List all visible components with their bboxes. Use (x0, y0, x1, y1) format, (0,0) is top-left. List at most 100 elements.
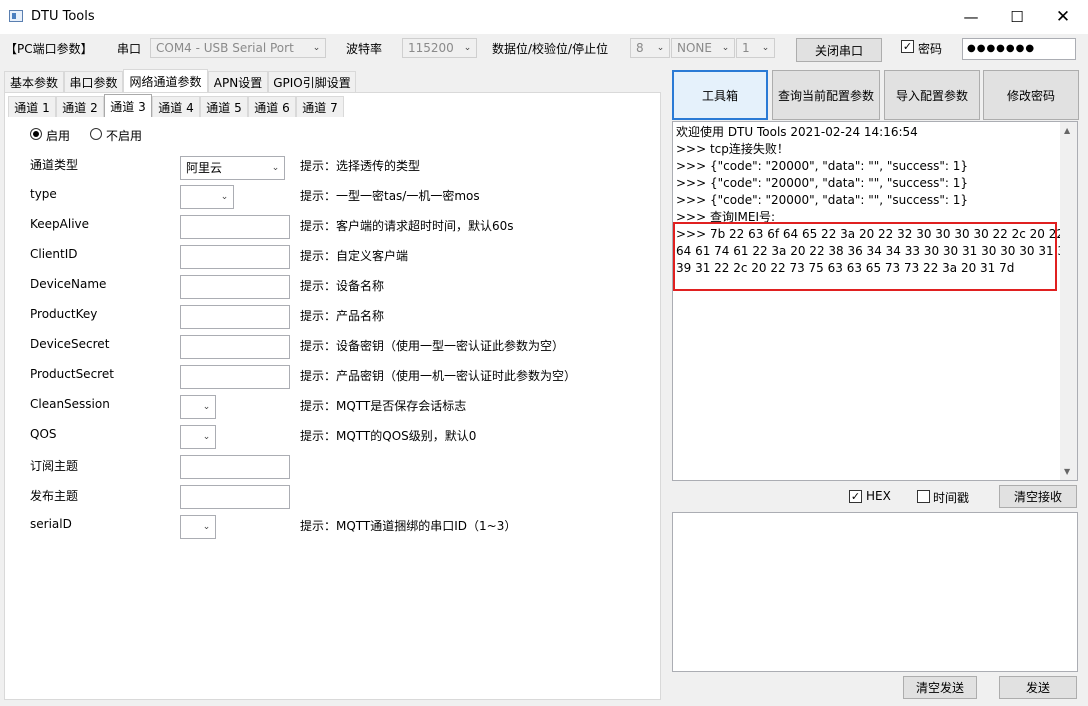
type-select[interactable]: ⌄ (180, 185, 234, 209)
clientid-hint: 提示：自定义客户端 (300, 249, 409, 263)
tab-channel-2[interactable]: 通道 2 (56, 96, 104, 117)
send-input[interactable] (672, 512, 1078, 672)
close-port-button[interactable]: 关闭串口 (796, 38, 882, 62)
timestamp-label: 时间戳 (933, 491, 970, 505)
log-line: 欢迎使用 DTU Tools 2021-02-24 14:16:54 (676, 125, 918, 139)
close-icon[interactable]: ✕ (1040, 0, 1086, 34)
keepalive-label: KeepAlive (30, 217, 90, 231)
chevron-down-icon: ⌄ (271, 163, 280, 173)
change-password-button[interactable]: 修改密码 (983, 70, 1079, 120)
productkey-hint: 提示：产品名称 (300, 309, 385, 323)
productsecret-hint: 提示：产品密钥（使用一机一密认证时此参数为空） (300, 369, 577, 383)
productkey-input[interactable] (180, 305, 290, 329)
chevron-down-icon: ⌄ (202, 402, 211, 412)
serialid-hint: 提示：MQTT通道捆绑的串口ID（1~3） (300, 519, 517, 533)
hex-label: HEX (866, 489, 891, 503)
type-hint: 提示：一型一密tas/一机一密mos (300, 189, 480, 203)
scroll-down-icon[interactable]: ▼ (1064, 467, 1070, 476)
pc-port-label: 【PC端口参数】 (5, 42, 93, 56)
baud-value: 115200 (408, 41, 454, 55)
stopbits-select[interactable]: 1 ⌄ (736, 38, 775, 58)
send-button[interactable]: 发送 (999, 676, 1077, 699)
baud-select[interactable]: 115200 ⌄ (402, 38, 477, 58)
channel-type-label: 通道类型 (30, 158, 79, 172)
baud-label: 波特率 (346, 42, 383, 56)
subscribe-label: 订阅主题 (30, 459, 79, 473)
qos-hint: 提示：MQTT的QOS级别，默认0 (300, 429, 477, 443)
databits-select[interactable]: 8 ⌄ (630, 38, 670, 58)
qos-label: QOS (30, 427, 57, 441)
tab-channel-7[interactable]: 通道 7 (296, 96, 344, 117)
maximize-icon[interactable]: ☐ (994, 0, 1040, 34)
chevron-down-icon: ⌄ (656, 43, 665, 53)
log-scrollbar[interactable]: ▲ ▼ (1060, 122, 1077, 480)
tab-channel-6[interactable]: 通道 6 (248, 96, 296, 117)
import-config-button[interactable]: 导入配置参数 (884, 70, 980, 120)
type-label: type (30, 187, 57, 201)
chevron-down-icon: ⌄ (761, 43, 770, 53)
format-label: 数据位/校验位/停止位 (492, 42, 609, 56)
keepalive-input[interactable] (180, 215, 290, 239)
serialid-label: serialD (30, 517, 72, 531)
cleansession-select[interactable]: ⌄ (180, 395, 216, 419)
chevron-down-icon: ⌄ (202, 522, 211, 532)
qos-select[interactable]: ⌄ (180, 425, 216, 449)
stopbits-value: 1 (742, 41, 750, 55)
tab-apn[interactable]: APN设置 (208, 71, 268, 92)
subscribe-input[interactable] (180, 455, 290, 479)
chevron-down-icon: ⌄ (463, 43, 472, 53)
tab-channel-3[interactable]: 通道 3 (104, 94, 152, 117)
clear-send-button[interactable]: 清空发送 (903, 676, 977, 699)
password-label: 密码 (918, 42, 943, 56)
clientid-input[interactable] (180, 245, 290, 269)
window-title: DTU Tools (31, 9, 95, 24)
port-select[interactable]: COM4 - USB Serial Port ⌄ (150, 38, 326, 58)
productsecret-input[interactable] (180, 365, 290, 389)
chevron-down-icon: ⌄ (312, 43, 321, 53)
cleansession-label: CleanSession (30, 397, 110, 411)
channel-type-value: 阿里云 (186, 161, 223, 175)
tab-channel-5[interactable]: 通道 5 (200, 96, 248, 117)
tab-basic-params[interactable]: 基本参数 (4, 71, 64, 92)
tab-channel-4[interactable]: 通道 4 (152, 96, 200, 117)
log-line: >>> {"code": "20000", "data": "", "succe… (676, 176, 968, 190)
password-checkbox[interactable]: ✓ (901, 40, 914, 53)
password-field[interactable]: ●●●●●●● (962, 38, 1076, 60)
app-icon (9, 10, 23, 22)
clear-receive-button[interactable]: 清空接收 (999, 485, 1077, 508)
log-line: >>> {"code": "20000", "data": "", "succe… (676, 159, 968, 173)
enable-radio[interactable] (30, 128, 42, 140)
title-bar: DTU Tools — ☐ ✕ (0, 0, 1088, 34)
disable-radio[interactable] (90, 128, 102, 140)
parity-value: NONE (677, 41, 712, 55)
tab-network-channel[interactable]: 网络通道参数 (123, 69, 208, 92)
disable-label: 不启用 (106, 129, 143, 143)
receive-log[interactable]: 欢迎使用 DTU Tools 2021-02-24 14:16:54 >>> t… (672, 121, 1078, 481)
tab-serial-params[interactable]: 串口参数 (64, 71, 123, 92)
parity-select[interactable]: NONE ⌄ (671, 38, 735, 58)
devicesecret-input[interactable] (180, 335, 290, 359)
query-config-button[interactable]: 查询当前配置参数 (772, 70, 880, 120)
channel-type-hint: 提示：选择透传的类型 (300, 159, 421, 173)
tab-channel-1[interactable]: 通道 1 (8, 96, 56, 117)
hex-checkbox[interactable]: ✓ (849, 490, 862, 503)
channel-type-select[interactable]: 阿里云 ⌄ (180, 156, 285, 180)
minimize-icon[interactable]: — (948, 0, 994, 34)
devicename-hint: 提示：设备名称 (300, 279, 385, 293)
devicesecret-hint: 提示：设备密钥（使用一型一密认证此参数为空） (300, 339, 565, 353)
productkey-label: ProductKey (30, 307, 98, 321)
port-label: 串口 (117, 42, 142, 56)
toolbox-button[interactable]: 工具箱 (672, 70, 768, 120)
keepalive-hint: 提示：客户端的请求超时时间，默认60s (300, 219, 514, 233)
serialid-select[interactable]: ⌄ (180, 515, 216, 539)
timestamp-checkbox[interactable] (917, 490, 930, 503)
devicename-input[interactable] (180, 275, 290, 299)
chevron-down-icon: ⌄ (721, 43, 730, 53)
databits-value: 8 (636, 41, 644, 55)
scroll-up-icon[interactable]: ▲ (1064, 126, 1070, 135)
tab-gpio[interactable]: GPIO引脚设置 (268, 71, 356, 92)
highlight-box (673, 222, 1057, 291)
enable-label: 启用 (46, 129, 71, 143)
publish-input[interactable] (180, 485, 290, 509)
log-line: >>> tcp连接失败！ (676, 142, 789, 156)
